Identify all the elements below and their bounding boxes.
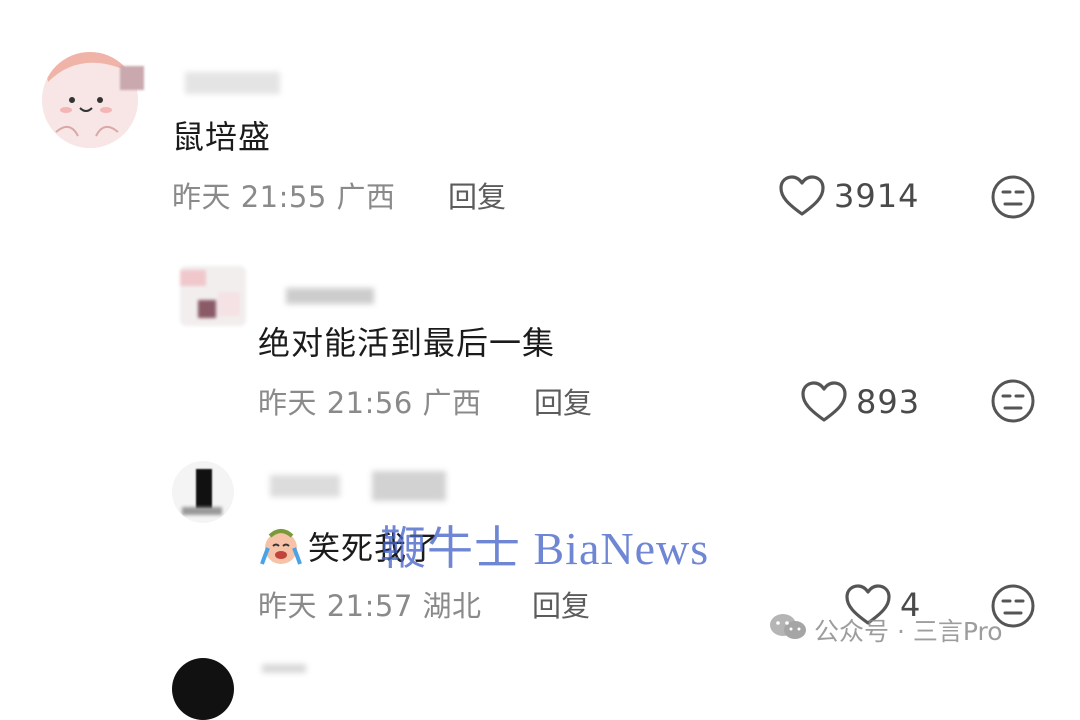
comment-region: 湖北 [422, 589, 482, 623]
avatar[interactable] [172, 461, 234, 523]
comment-region: 广西 [422, 386, 482, 420]
like-button[interactable]: 893 [800, 380, 920, 424]
crying-laughing-emoji-icon [258, 526, 304, 574]
comment-date: 昨天 [258, 386, 318, 420]
watermark: 鞭牛士 BiaNews [380, 523, 710, 574]
username-blurred[interactable] [185, 72, 280, 94]
avatar-badge-blurred [120, 66, 144, 90]
dislike-button[interactable] [990, 378, 1036, 428]
comment-item: 鼠培盛 昨天 21:55 广西 回复 3914 [0, 0, 1080, 240]
wechat-icon [768, 612, 808, 648]
comment-date: 昨天 [258, 589, 318, 623]
comment-meta: 昨天 21:55 广西 [172, 174, 396, 216]
neutral-face-icon [991, 175, 1035, 219]
comment-item: 绝对能活到最后一集 昨天 21:56 广西 回复 893 [0, 250, 1080, 450]
like-count: 893 [856, 383, 921, 421]
heart-outline-icon [801, 381, 847, 422]
username-blurred[interactable] [270, 475, 340, 497]
comment-region: 广西 [336, 180, 396, 214]
reply-button[interactable]: 回复 [534, 380, 592, 422]
username-blurred [262, 664, 306, 673]
dislike-button[interactable] [990, 174, 1036, 224]
reply-button[interactable]: 回复 [532, 583, 590, 625]
comment-text: 鼠培盛 [172, 118, 272, 156]
username-blurred [372, 471, 446, 501]
comment-time: 21:55 [240, 180, 327, 214]
comment-meta: 昨天 21:57 湖北 [258, 583, 482, 625]
neutral-face-icon [991, 379, 1035, 423]
like-count: 3914 [834, 177, 920, 215]
comment-meta: 昨天 21:56 广西 [258, 380, 482, 422]
credit-text: 公众号 · 三言Pro [814, 617, 1003, 646]
comment-date: 昨天 [172, 180, 232, 214]
heart-outline-icon [779, 175, 825, 216]
avatar[interactable] [172, 658, 234, 720]
like-button[interactable]: 3914 [778, 174, 919, 218]
comment-text: 绝对能活到最后一集 [258, 324, 556, 362]
username-blurred[interactable] [286, 288, 374, 304]
comment-time: 21:56 [326, 386, 413, 420]
comment-time: 21:57 [326, 589, 413, 623]
reply-button[interactable]: 回复 [448, 174, 506, 216]
source-credit: 公众号 · 三言Pro [768, 612, 1003, 648]
avatar[interactable] [180, 266, 246, 326]
